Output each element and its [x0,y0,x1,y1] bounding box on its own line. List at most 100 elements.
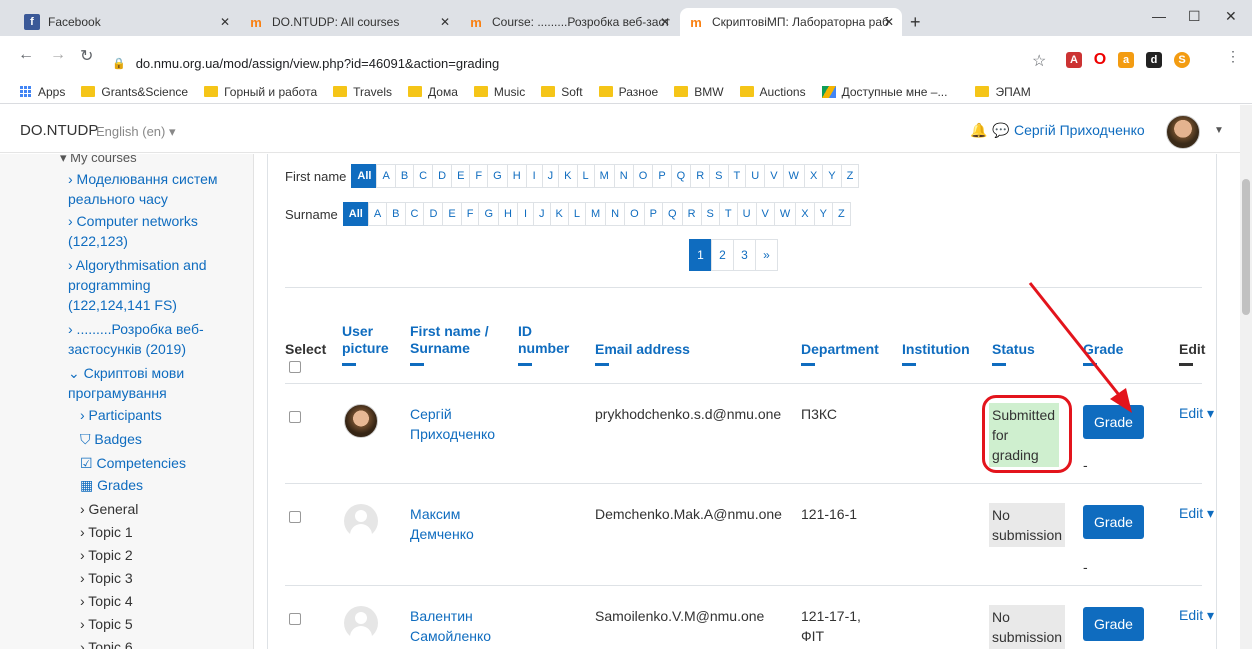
sort-dash[interactable] [518,363,532,366]
grade-button[interactable]: Grade [1083,405,1144,439]
sidebar-course-modeling-2[interactable]: реального часу [68,189,168,209]
header-id-number[interactable]: ID number [518,323,569,357]
sort-dash[interactable] [801,363,815,366]
surname-initial-a[interactable]: A [367,202,388,226]
firstname-initial-k[interactable]: K [558,164,578,188]
extension-icon[interactable]: d [1146,52,1162,68]
sidebar-topic-1[interactable]: › Topic 1 [80,522,133,542]
header-name[interactable]: First name / Surname [410,323,489,357]
surname-initial-c[interactable]: C [404,202,425,226]
surname-initial-r[interactable]: R [681,202,702,226]
bookmark-drive[interactable]: Доступные мне –... [821,85,947,99]
sidebar-competencies[interactable]: ☑ Competencies [80,453,186,473]
sidebar-participants[interactable]: › Participants [80,405,162,425]
surname-initial-k[interactable]: K [549,202,569,226]
firstname-initial-all[interactable]: All [351,164,378,188]
sidebar-course-networks[interactable]: › Computer networks [68,211,198,231]
firstname-initial-c[interactable]: C [413,164,434,188]
messages-icon[interactable]: 💬 [992,122,1009,139]
page-scrollbar[interactable] [1240,105,1252,649]
sidebar-my-courses[interactable]: ▾ My courses [60,154,137,168]
header-user-picture[interactable]: User picture [342,323,389,357]
bookmark-folder[interactable]: ЭПАМ [975,85,1031,99]
sort-dash[interactable] [1083,363,1097,366]
surname-initial-b[interactable]: B [386,202,406,226]
sidebar-course-algo[interactable]: › Algorythmisation and [68,255,207,275]
surname-initial-x[interactable]: X [795,202,815,226]
surname-initial-n[interactable]: N [605,202,626,226]
bookmark-folder[interactable]: Music [473,85,525,99]
bookmark-folder[interactable]: Дома [408,85,458,99]
surname-initial-z[interactable]: Z [831,202,851,226]
bookmark-folder[interactable]: Soft [541,85,583,99]
row-select-checkbox[interactable] [289,411,301,423]
language-menu[interactable]: English (en) ▾ [96,124,176,140]
surname-initial-j[interactable]: J [533,202,551,226]
surname-initial-m[interactable]: M [584,202,607,226]
surname-initial-y[interactable]: Y [813,202,833,226]
edit-menu[interactable]: Edit ▾ [1179,505,1214,522]
student-name-link[interactable]: Сергій Приходченко [410,404,495,444]
firstname-initial-b[interactable]: B [394,164,415,188]
firstname-initial-w[interactable]: W [782,164,805,188]
sidebar-topic-5[interactable]: › Topic 5 [80,614,133,634]
header-grade[interactable]: Grade [1083,341,1123,358]
firstname-initial-t[interactable]: T [727,164,747,188]
minimize-icon[interactable]: — [1152,8,1166,24]
bookmark-apps[interactable]: Apps [20,85,65,99]
bookmark-folder[interactable]: Разное [598,85,658,99]
student-name-link[interactable]: Валентин Самойленко [410,606,491,646]
close-tab-icon[interactable]: ✕ [440,15,450,29]
profile-icon[interactable]: S [1174,52,1190,68]
surname-initial-s[interactable]: S [700,202,720,226]
firstname-initial-r[interactable]: R [690,164,711,188]
page-2[interactable]: 2 [711,239,734,271]
select-all-checkbox[interactable] [289,361,301,373]
sidebar-course-scripting[interactable]: ⌄ Скриптові мови [68,363,184,383]
extension-icon[interactable]: a [1118,52,1134,68]
sort-dash[interactable] [902,363,916,366]
firstname-initial-s[interactable]: S [709,164,729,188]
sidebar-badges[interactable]: ⛉ Badges [80,429,142,449]
sort-dash[interactable] [595,363,609,366]
firstname-initial-y[interactable]: Y [822,164,842,188]
sidebar-course-modeling[interactable]: › Моделювання систем [68,169,218,189]
menu-icon[interactable]: ⋮ [1226,48,1240,65]
grade-button[interactable]: Grade [1083,505,1144,539]
surname-initial-w[interactable]: W [773,202,797,226]
page-next[interactable]: » [755,239,778,271]
header-institution[interactable]: Institution [902,341,970,358]
surname-initial-t[interactable]: T [718,202,738,226]
surname-initial-h[interactable]: H [498,202,518,226]
bookmark-folder[interactable]: Горный и работа [204,85,317,99]
pdf-extension-icon[interactable]: A [1066,52,1082,68]
surname-initial-d[interactable]: D [423,202,444,226]
student-name-link[interactable]: Максим Демченко [410,504,474,544]
row-select-checkbox[interactable] [289,613,301,625]
sidebar-course-scripting-2[interactable]: програмування [68,383,167,403]
user-menu-name[interactable]: Сергій Приходченко [1014,122,1145,138]
firstname-initial-e[interactable]: E [451,164,471,188]
firstname-initial-z[interactable]: Z [840,164,860,188]
firstname-initial-p[interactable]: P [652,164,672,188]
back-icon[interactable]: ← [18,46,34,64]
firstname-initial-j[interactable]: J [541,164,560,188]
firstname-initial-l[interactable]: L [576,164,595,188]
surname-initial-all[interactable]: All [342,202,369,226]
firstname-initial-f[interactable]: F [469,164,489,188]
site-brand[interactable]: DO.NTUDP [20,122,98,139]
notifications-bell-icon[interactable]: 🔔 [970,122,987,139]
sidebar-topic-4[interactable]: › Topic 4 [80,591,133,611]
sort-dash[interactable] [342,363,356,366]
surname-initial-i[interactable]: I [517,202,534,226]
sort-dash[interactable] [992,363,1006,366]
sidebar-course-web-2[interactable]: застосунків (2019) [68,339,186,359]
edit-menu[interactable]: Edit ▾ [1179,405,1214,422]
scrollbar-thumb[interactable] [1242,179,1250,315]
tab-active-assignment[interactable]: m СкриптовіМП: Лабораторна раб ✕ [680,8,902,36]
firstname-initial-h[interactable]: H [506,164,527,188]
surname-initial-v[interactable]: V [755,202,775,226]
reload-icon[interactable]: ↻ [80,46,93,66]
sidebar-course-networks-2[interactable]: (122,123) [68,231,128,251]
surname-initial-f[interactable]: F [460,202,480,226]
